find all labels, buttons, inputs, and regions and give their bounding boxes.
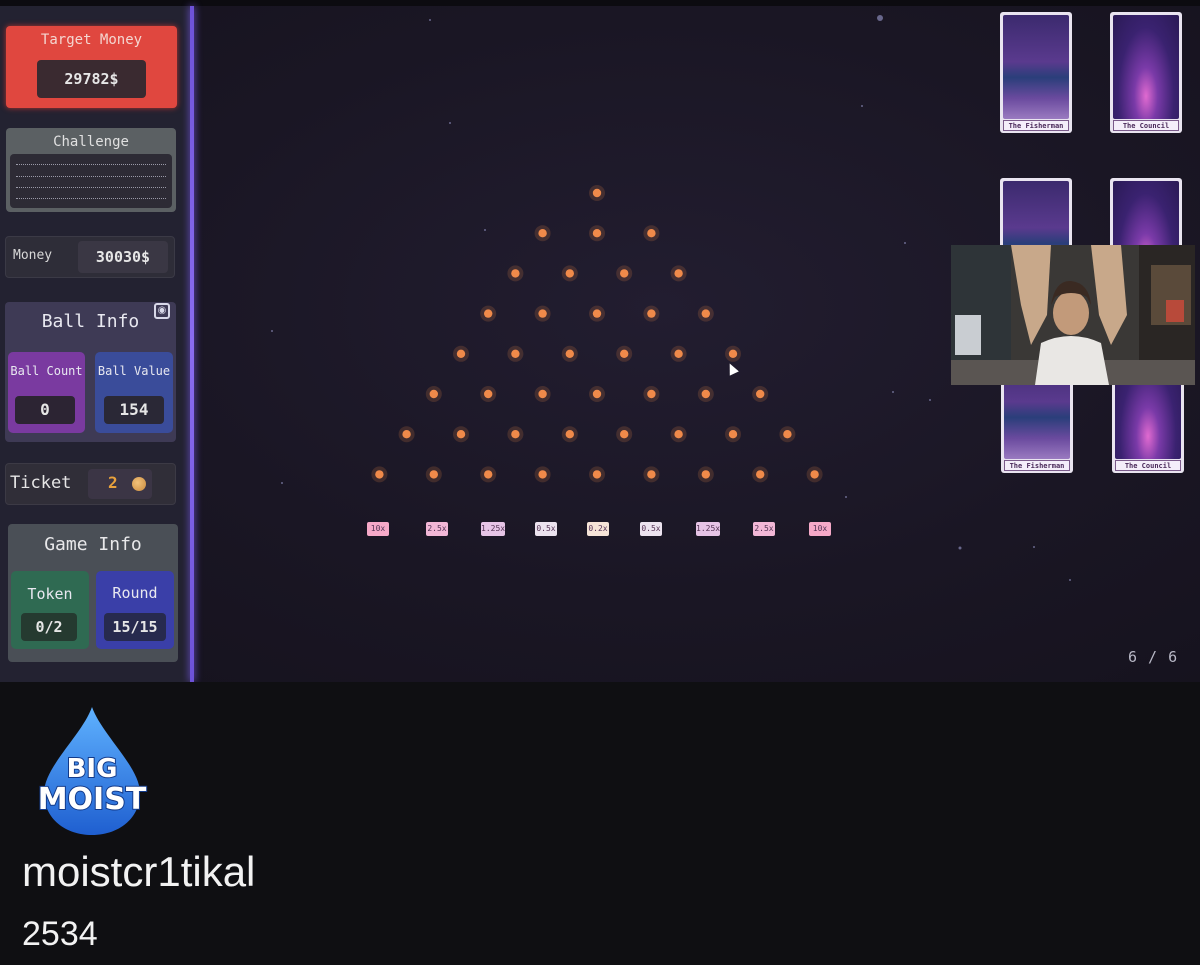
webcam-streamer-image: [951, 245, 1195, 385]
peg: [402, 430, 411, 439]
background-star: [845, 496, 847, 498]
peg: [620, 349, 629, 358]
peg: [728, 349, 738, 358]
peg: [592, 309, 602, 318]
peg: [565, 430, 574, 439]
multiplier-slot: 0.2x: [587, 522, 609, 536]
tarot-card-label: The Council: [1115, 460, 1181, 471]
peg: [674, 349, 683, 358]
multiplier-slot: 2.5x: [753, 522, 775, 536]
background-star: [892, 391, 894, 393]
peg: [538, 229, 547, 238]
multiplier-slot: 10x: [809, 522, 831, 536]
peg: [592, 188, 602, 198]
background-star: [1033, 546, 1035, 548]
peg: [728, 430, 738, 439]
multiplier-slot: 0.5x: [640, 522, 662, 536]
multiplier-slot: 2.5x: [426, 522, 448, 536]
webcam-overlay: [951, 245, 1195, 385]
peg: [484, 470, 493, 479]
big-moist-logo: BIG MOIST: [37, 707, 148, 835]
game-screen: Target Money 29782$ Challenge Money 3003…: [0, 0, 1200, 682]
tarot-card[interactable]: The Council: [1110, 12, 1182, 133]
background-star: [281, 482, 283, 484]
peg: [565, 269, 574, 278]
tarot-card-label: The Fisherman: [1003, 120, 1069, 131]
multiplier-slot: 0.5x: [535, 522, 557, 536]
peg: [647, 389, 656, 399]
peg: [701, 309, 710, 318]
peg: [701, 389, 710, 399]
tarot-card-label: The Fisherman: [1004, 460, 1070, 471]
peg: [375, 470, 384, 479]
background-star: [904, 242, 906, 244]
logo-text-top: BIG: [67, 754, 118, 784]
background-star: [271, 330, 273, 332]
peg: [592, 389, 602, 399]
multiplier-slot: 1.25x: [481, 522, 505, 536]
peg: [810, 470, 819, 479]
peg: [620, 430, 629, 439]
peg: [456, 349, 466, 358]
background-star: [449, 122, 451, 124]
council-card-art: [1113, 15, 1179, 119]
peg: [756, 470, 765, 479]
peg: [647, 470, 656, 479]
peg: [674, 269, 683, 278]
background-star: [861, 105, 863, 107]
peg: [783, 430, 792, 439]
peg: [511, 430, 520, 439]
background-star: [958, 546, 962, 550]
peg: [456, 430, 466, 439]
peg: [592, 470, 602, 479]
peg: [620, 269, 629, 278]
channel-name[interactable]: moistcr1tikal: [22, 848, 255, 896]
peg: [429, 470, 438, 479]
background-star: [484, 229, 486, 231]
peg: [674, 430, 683, 439]
peg: [511, 269, 520, 278]
peg: [538, 309, 547, 318]
peg: [484, 389, 493, 399]
peg: [756, 389, 765, 399]
peg: [565, 349, 574, 358]
background-star: [429, 19, 431, 21]
multiplier-slot: 10x: [367, 522, 389, 536]
multiplier-slot: 1.25x: [696, 522, 720, 536]
peg: [484, 309, 493, 318]
fisherman-card-art: [1003, 15, 1069, 119]
peg: [647, 229, 656, 238]
peg: [511, 349, 520, 358]
background-star: [877, 15, 883, 21]
tarot-card-label: The Council: [1113, 120, 1179, 131]
peg: [538, 389, 547, 399]
peg: [538, 470, 547, 479]
page-indicator: 6 / 6: [1128, 648, 1179, 666]
peg: [429, 389, 438, 399]
peg: [647, 309, 656, 318]
logo-text-bottom: MOIST: [38, 782, 147, 817]
peg: [701, 470, 710, 479]
peg: [592, 229, 602, 238]
channel-count: 2534: [22, 915, 98, 953]
background-star: [929, 399, 931, 401]
tarot-card[interactable]: The Fisherman: [1000, 12, 1072, 133]
background-star: [1069, 579, 1071, 581]
